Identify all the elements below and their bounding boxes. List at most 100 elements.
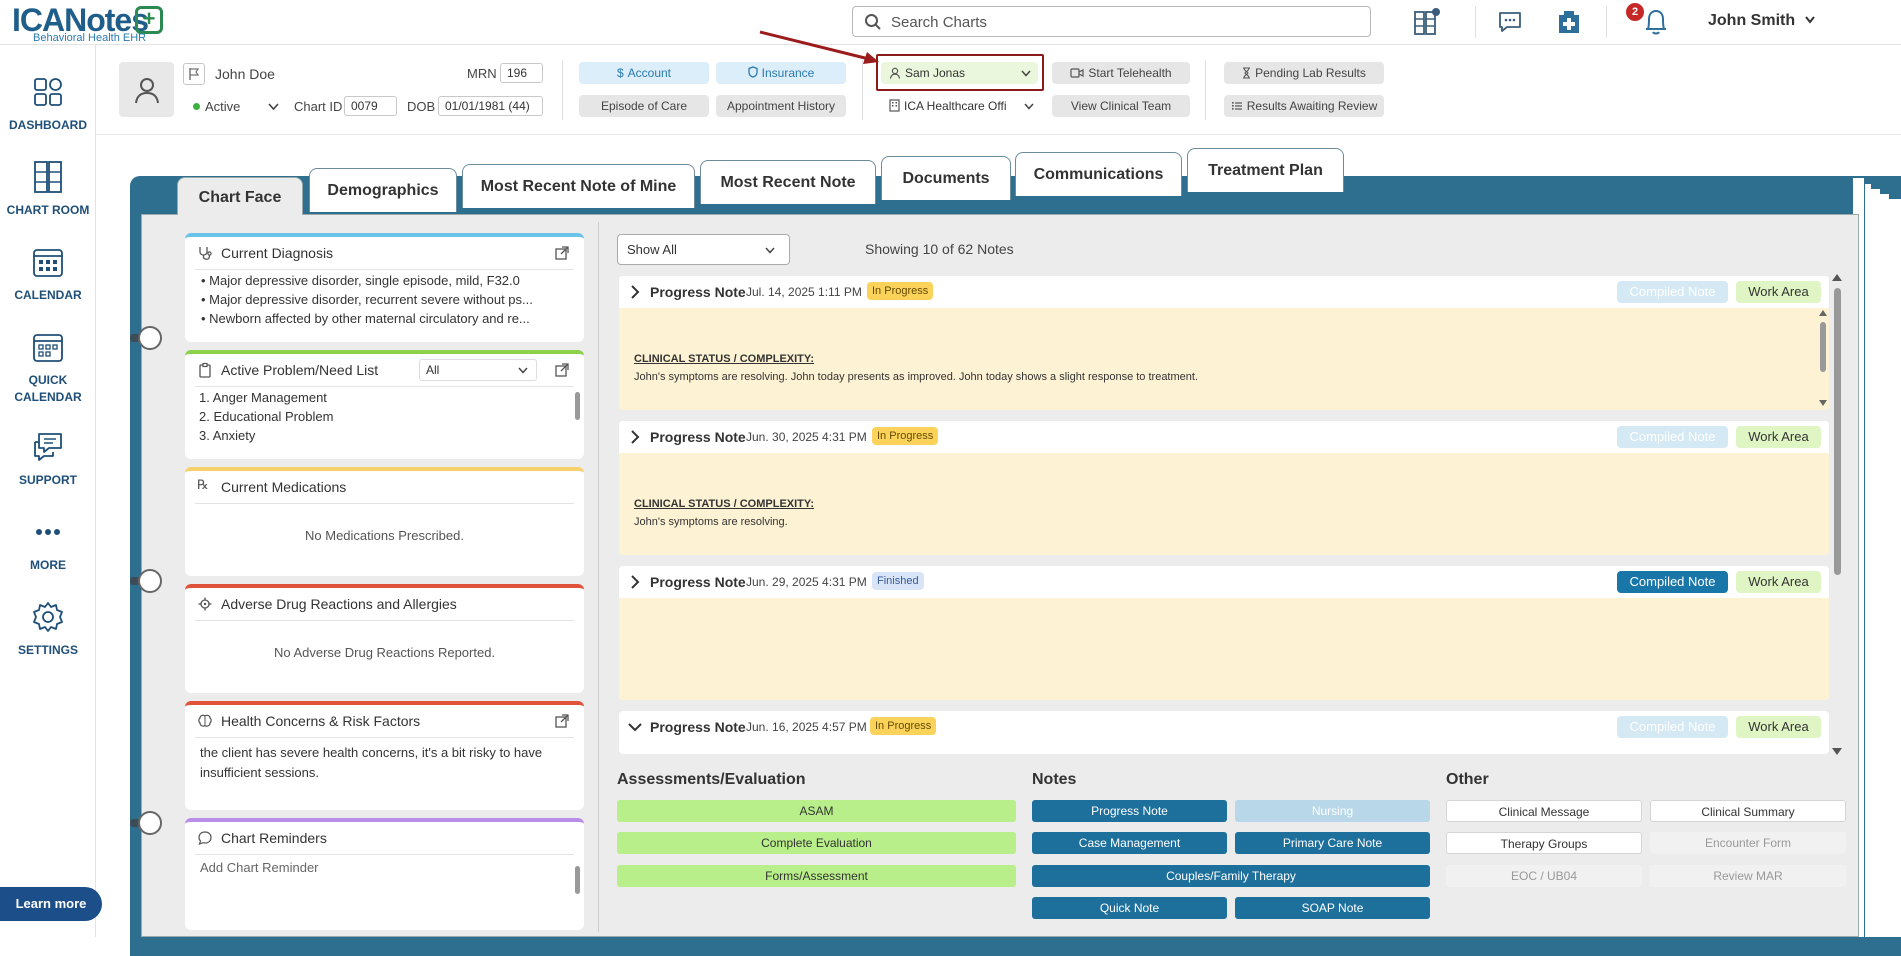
case-management-button[interactable]: Case Management: [1032, 832, 1227, 854]
view-clinical-team-button[interactable]: View Clinical Team: [1052, 95, 1190, 117]
sidebar: DASHBOARD CHART ROOM CALENDAR QUICK CALE…: [0, 45, 96, 937]
tab-documents[interactable]: Documents: [881, 156, 1011, 200]
panel-title: Health Concerns & Risk Factors: [221, 713, 421, 729]
note-card: Progress Note Jun. 29, 2025 4:31 PM Fini…: [619, 566, 1829, 700]
add-chart-reminder-input[interactable]: Add Chart Reminder: [200, 860, 319, 875]
sidebar-item-quick-calendar[interactable]: QUICK CALENDAR: [0, 330, 96, 404]
work-area-button[interactable]: Work Area: [1736, 426, 1821, 448]
work-area-button[interactable]: Work Area: [1736, 281, 1821, 303]
soap-note-button[interactable]: SOAP Note: [1235, 897, 1430, 919]
note-date: Jun. 30, 2025 4:31 PM: [746, 430, 867, 444]
tab-most-recent-note[interactable]: Most Recent Note: [700, 160, 876, 204]
work-area-button[interactable]: Work Area: [1736, 571, 1821, 593]
external-link-icon[interactable]: [554, 245, 570, 261]
chevron-right-icon[interactable]: [627, 429, 643, 445]
user-menu[interactable]: John Smith: [1708, 12, 1816, 30]
messages-icon[interactable]: [1494, 6, 1526, 38]
sidebar-item-dashboard[interactable]: DASHBOARD: [0, 75, 96, 132]
search-box[interactable]: [852, 6, 1371, 37]
primary-care-note-button[interactable]: Primary Care Note: [1235, 832, 1430, 854]
notes-scrollbar[interactable]: [1832, 274, 1843, 755]
notes-filter-select[interactable]: Show All: [617, 234, 790, 265]
results-awaiting-review-button[interactable]: Results Awaiting Review: [1224, 95, 1384, 117]
status-badge: Finished: [872, 572, 924, 590]
therapy-groups-button[interactable]: Therapy Groups: [1446, 832, 1642, 854]
mrn-label: MRN: [467, 66, 497, 81]
gear-icon: [33, 602, 63, 632]
note-title[interactable]: Progress Note: [650, 719, 746, 735]
episode-of-care-button[interactable]: Episode of Care: [579, 95, 709, 117]
status-dot: [193, 103, 200, 110]
note-card: Progress Note Jun. 16, 2025 4:57 PM In P…: [619, 711, 1829, 754]
patient-status-select[interactable]: Active: [193, 99, 279, 114]
note-section-heading: CLINICAL STATUS / COMPLEXITY:: [634, 353, 815, 365]
review-mar-button[interactable]: Review MAR: [1650, 865, 1846, 887]
empty-adverse-text: No Adverse Drug Reactions Reported.: [273, 645, 496, 660]
problem-filter-select[interactable]: All: [419, 359, 537, 381]
sidebar-item-support[interactable]: SUPPORT: [0, 430, 96, 487]
clinical-message-button[interactable]: Clinical Message: [1446, 800, 1642, 822]
chart-cabinet-icon[interactable]: [1410, 6, 1442, 38]
scrollbar[interactable]: [575, 392, 580, 420]
avatar[interactable]: [119, 62, 174, 117]
panel-title: Active Problem/Need List: [221, 362, 379, 378]
chevron-down-icon: [1021, 70, 1031, 77]
compiled-note-button[interactable]: Compiled Note: [1617, 426, 1728, 448]
compiled-note-button[interactable]: Compiled Note: [1617, 571, 1728, 593]
list-item[interactable]: 3. Anxiety: [199, 426, 566, 445]
scrollbar[interactable]: [575, 866, 580, 894]
compiled-note-button[interactable]: Compiled Note: [1617, 716, 1728, 738]
search-input[interactable]: [891, 12, 1361, 32]
status-badge: In Progress: [872, 427, 939, 445]
asam-button[interactable]: ASAM: [617, 800, 1016, 822]
chevron-right-icon[interactable]: [627, 574, 643, 590]
progress-note-button[interactable]: Progress Note: [1032, 800, 1227, 822]
tab-communications[interactable]: Communications: [1015, 152, 1182, 196]
tab-treatment-plan[interactable]: Treatment Plan: [1187, 148, 1344, 192]
panel-title: Chart Reminders: [221, 830, 327, 846]
sidebar-item-settings[interactable]: SETTINGS: [0, 600, 96, 657]
learn-more-button[interactable]: Learn more: [0, 887, 102, 921]
appointment-history-button[interactable]: Appointment History: [716, 95, 846, 117]
external-link-icon[interactable]: [554, 713, 570, 729]
tab-chart-face[interactable]: Chart Face: [177, 177, 303, 215]
scrollbar[interactable]: [1819, 310, 1827, 406]
tab-most-recent-note-of-mine[interactable]: Most Recent Note of Mine: [462, 164, 695, 208]
patient-name: John Doe: [215, 66, 275, 82]
eoc-ub04-button[interactable]: EOC / UB04: [1446, 865, 1642, 887]
tab-demographics[interactable]: Demographics: [309, 168, 457, 212]
quick-note-button[interactable]: Quick Note: [1032, 897, 1227, 919]
note-title[interactable]: Progress Note: [650, 574, 746, 590]
encounter-form-button[interactable]: Encounter Form: [1650, 832, 1846, 854]
chevron-down-icon: [1024, 103, 1034, 110]
compiled-note-button[interactable]: Compiled Note: [1617, 281, 1728, 303]
sidebar-item-calendar[interactable]: CALENDAR: [0, 245, 96, 302]
sidebar-item-more[interactable]: MORE: [0, 515, 96, 572]
clinical-summary-button[interactable]: Clinical Summary: [1650, 800, 1846, 822]
flag-button[interactable]: [183, 63, 205, 85]
note-title[interactable]: Progress Note: [650, 284, 746, 300]
chart-id-field[interactable]: 0079: [344, 96, 397, 116]
start-telehealth-button[interactable]: Start Telehealth: [1052, 62, 1190, 84]
couples-family-therapy-button[interactable]: Couples/Family Therapy: [1032, 865, 1430, 887]
external-link-icon[interactable]: [554, 362, 570, 378]
forms-assessment-button[interactable]: Forms/Assessment: [617, 865, 1016, 887]
complete-evaluation-button[interactable]: Complete Evaluation: [617, 832, 1016, 854]
panel-title: Adverse Drug Reactions and Allergies: [221, 596, 457, 612]
provider-select[interactable]: Sam Jonas: [881, 62, 1038, 84]
prescription-icon[interactable]: [1553, 6, 1585, 38]
location-select[interactable]: ICA Healthcare Offi: [881, 95, 1041, 117]
nursing-button[interactable]: Nursing: [1235, 800, 1430, 822]
note-text: John's symptoms are resolving.: [634, 516, 788, 528]
account-button[interactable]: $ Account: [579, 62, 709, 84]
note-title[interactable]: Progress Note: [650, 429, 746, 445]
pending-lab-results-button[interactable]: Pending Lab Results: [1224, 62, 1384, 84]
bell-icon[interactable]: [1640, 6, 1672, 38]
logo-plus-icon: +: [135, 6, 163, 34]
chevron-down-icon[interactable]: [627, 719, 643, 735]
sidebar-item-chart-room[interactable]: CHART ROOM: [0, 160, 96, 217]
list-item[interactable]: 1. Anger Management: [199, 388, 566, 407]
work-area-button[interactable]: Work Area: [1736, 716, 1821, 738]
chevron-right-icon[interactable]: [627, 284, 643, 300]
list-item[interactable]: 2. Educational Problem: [199, 407, 566, 426]
